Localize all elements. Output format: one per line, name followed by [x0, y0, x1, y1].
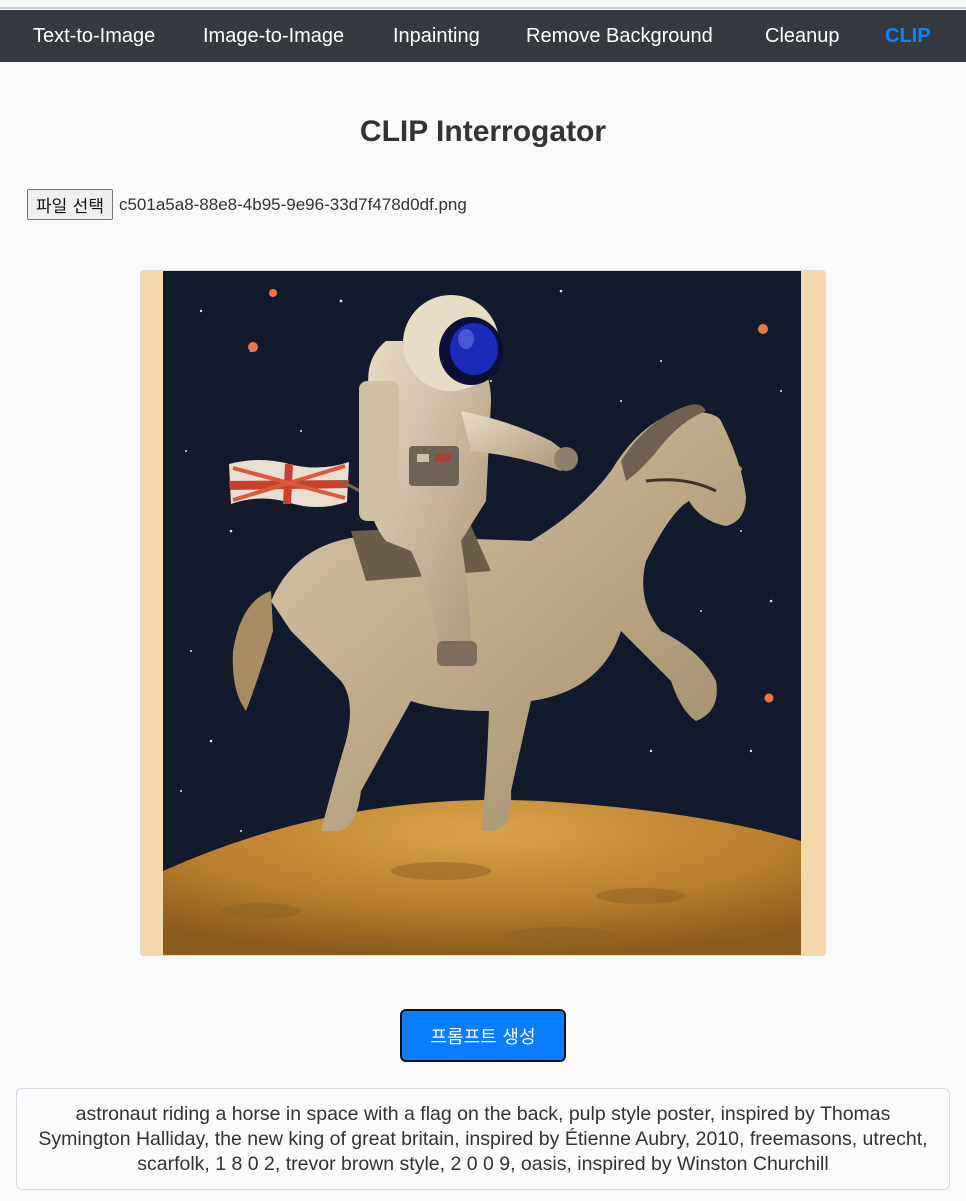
- generate-prompt-button[interactable]: 프롬프트 생성: [400, 1009, 566, 1062]
- image-preview: [140, 270, 826, 956]
- page-title: CLIP Interrogator: [359, 115, 607, 148]
- selected-file-name: c501a5a8-88e8-4b95-9e96-33d7f478d0df.png: [118, 194, 467, 214]
- prompt-result-box: astronaut riding a horse in space with a…: [16, 1088, 950, 1190]
- file-input-row: 파일 선택 c501a5a8-88e8-4b95-9e96-33d7f478d0…: [27, 189, 467, 220]
- top-navbar: Text-to-Image Image-to-Image Inpainting …: [0, 10, 966, 62]
- nav-cleanup[interactable]: Cleanup: [765, 10, 840, 62]
- nav-clip[interactable]: CLIP: [885, 10, 931, 62]
- nav-text-to-image[interactable]: Text-to-Image: [33, 10, 155, 62]
- nav-inpainting[interactable]: Inpainting: [393, 10, 480, 62]
- browser-top-edge: [0, 0, 966, 9]
- choose-file-button[interactable]: 파일 선택: [27, 189, 113, 220]
- nav-image-to-image[interactable]: Image-to-Image: [203, 10, 344, 62]
- nav-remove-background[interactable]: Remove Background: [526, 10, 713, 62]
- astronaut-horse-image: [141, 271, 825, 955]
